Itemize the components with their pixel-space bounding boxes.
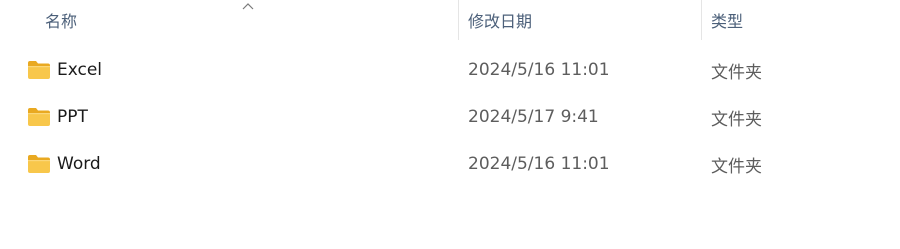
file-type: 文件夹	[711, 156, 762, 177]
column-divider[interactable]	[701, 0, 702, 40]
file-row-excel[interactable]: Excel 2024/5/16 11:01 文件夹	[0, 47, 900, 93]
folder-icon	[28, 108, 50, 126]
column-header-name-label: 名称	[45, 12, 78, 31]
file-row-ppt[interactable]: PPT 2024/5/17 9:41 文件夹	[0, 94, 900, 140]
file-name: PPT	[57, 107, 88, 127]
column-header-date-modified[interactable]: 修改日期	[468, 0, 678, 40]
column-header-type-label: 类型	[711, 12, 744, 31]
file-list-view: 名称 修改日期 类型 Excel 2024/5/16 11:01 文件夹 PPT…	[0, 0, 900, 249]
column-header-name[interactable]: 名称	[45, 0, 415, 40]
chevron-up-icon	[242, 3, 254, 10]
file-type: 文件夹	[711, 62, 762, 83]
file-type: 文件夹	[711, 109, 762, 130]
file-date-modified: 2024/5/16 11:01	[468, 60, 610, 80]
file-name: Excel	[57, 60, 103, 80]
column-header-type[interactable]: 类型	[711, 0, 861, 40]
column-divider[interactable]	[458, 0, 459, 40]
folder-icon	[28, 61, 50, 79]
file-name: Word	[57, 154, 101, 174]
file-date-modified: 2024/5/17 9:41	[468, 107, 599, 127]
folder-icon	[28, 155, 50, 173]
file-date-modified: 2024/5/16 11:01	[468, 154, 610, 174]
column-header-date-label: 修改日期	[468, 12, 533, 31]
column-header-bar: 名称 修改日期 类型	[0, 0, 900, 40]
file-row-word[interactable]: Word 2024/5/16 11:01 文件夹	[0, 141, 900, 187]
